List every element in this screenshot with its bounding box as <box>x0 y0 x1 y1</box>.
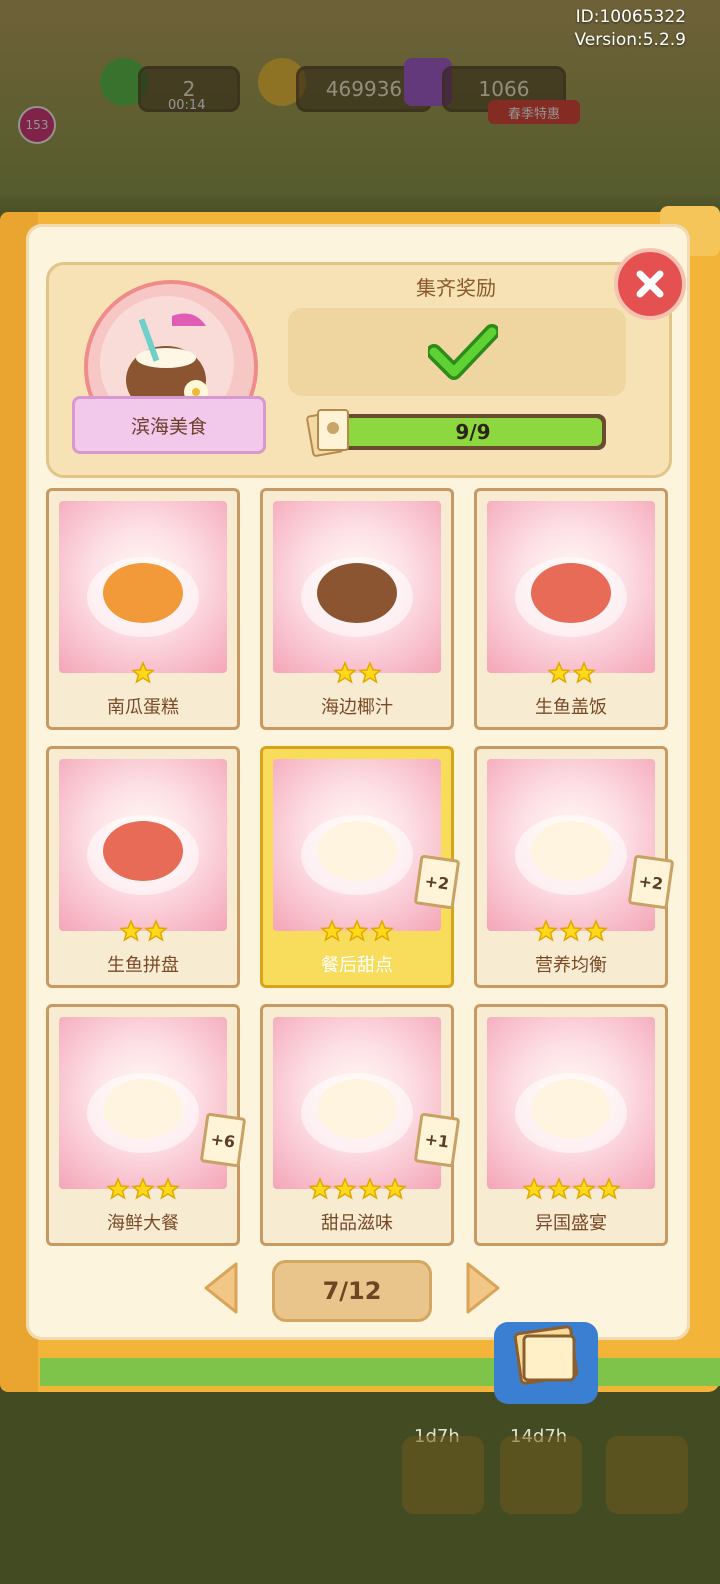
star-icon <box>521 1177 546 1203</box>
salmon-bento-icon <box>487 501 655 673</box>
food-card[interactable]: 异国盛宴 <box>474 1004 668 1246</box>
star-icon <box>382 1177 407 1203</box>
card-name: 异国盛宴 <box>535 1213 607 1234</box>
star-icon <box>156 1177 180 1203</box>
album-button[interactable] <box>494 1322 598 1404</box>
star-icon <box>546 1177 571 1203</box>
prev-page-button[interactable] <box>200 1258 244 1318</box>
star-icon <box>307 1177 332 1203</box>
star-rating <box>263 1177 451 1203</box>
star-icon <box>320 919 344 945</box>
star-icon <box>546 661 571 687</box>
progress-label: 9/9 <box>455 420 491 444</box>
star-rating <box>49 661 237 687</box>
sashimi-platter-icon <box>59 759 227 931</box>
card-name: 南瓜蛋糕 <box>107 697 179 718</box>
star-rating <box>49 1177 237 1203</box>
account-id: ID:10065322 <box>575 7 686 27</box>
food-card[interactable]: 海边椰汁 <box>260 488 454 730</box>
account-info: ID:10065322 Version:5.2.9 <box>575 6 687 52</box>
card-name: 甜品滋味 <box>321 1213 393 1234</box>
star-rating <box>477 919 665 945</box>
next-page-button[interactable] <box>460 1258 504 1318</box>
star-rating <box>477 661 665 687</box>
friends-button[interactable] <box>606 1436 688 1514</box>
star-icon <box>143 919 168 945</box>
food-card[interactable]: 生鱼盖饭 <box>474 488 668 730</box>
close-icon <box>636 270 664 298</box>
bonus-badge: +2 <box>413 854 461 910</box>
star-icon <box>357 661 382 687</box>
close-button[interactable] <box>614 248 686 320</box>
duck-seafood-feast-icon <box>59 1017 227 1189</box>
card-name: 餐后甜点 <box>321 955 393 976</box>
bonus-badge: +1 <box>413 1112 461 1168</box>
duck-dessert-icon <box>273 759 441 931</box>
arrow-left-icon <box>204 1262 238 1314</box>
page-number: 7/12 <box>322 1277 382 1305</box>
star-rating <box>263 661 451 687</box>
arrow-right-icon <box>466 1262 500 1314</box>
star-icon <box>332 1177 357 1203</box>
check-icon <box>426 322 500 382</box>
star-icon <box>118 919 143 945</box>
star-icon <box>534 919 558 945</box>
star-icon <box>596 1177 621 1203</box>
bonus-badge: +6 <box>199 1112 247 1168</box>
event-button-2[interactable] <box>500 1436 582 1514</box>
food-card[interactable]: 南瓜蛋糕 <box>46 488 240 730</box>
star-icon <box>571 1177 596 1203</box>
food-card[interactable]: 海鲜大餐 +6 <box>46 1004 247 1246</box>
collection-name: 滨海美食 <box>130 415 207 438</box>
duck-exotic-banquet-icon <box>487 1017 655 1189</box>
card-name: 营养均衡 <box>535 955 607 976</box>
star-icon <box>131 661 155 687</box>
star-icon <box>357 1177 382 1203</box>
star-icon <box>370 919 394 945</box>
star-rating <box>263 919 451 945</box>
duck-sweets-icon <box>273 1017 441 1189</box>
photo-album-icon <box>513 1325 579 1385</box>
star-icon <box>332 661 357 687</box>
star-icon <box>131 1177 155 1203</box>
book-bottom-strip <box>40 1358 720 1386</box>
pumpkin-cake-icon <box>59 501 227 673</box>
food-card[interactable]: 甜品滋味 +1 <box>260 1004 461 1246</box>
reward-title: 集齐奖励 <box>416 276 496 300</box>
star-icon <box>571 661 596 687</box>
food-card[interactable]: 生鱼拼盘 <box>46 746 240 988</box>
food-card[interactable]: 营养均衡 +2 <box>474 746 675 988</box>
event-button-1[interactable] <box>402 1436 484 1514</box>
card-name: 生鱼盖饭 <box>535 697 607 718</box>
duck-balanced-meal-icon <box>487 759 655 931</box>
card-stack-icon <box>306 406 354 460</box>
star-icon <box>106 1177 130 1203</box>
bonus-badge: +2 <box>627 854 675 910</box>
page-indicator: 7/12 <box>272 1260 432 1322</box>
coconut-drink-icon <box>273 501 441 673</box>
card-name: 海鲜大餐 <box>107 1213 179 1234</box>
star-rating <box>477 1177 665 1203</box>
star-icon <box>584 919 608 945</box>
food-card[interactable]: 餐后甜点 +2 <box>260 746 461 988</box>
app-version: Version:5.2.9 <box>574 30 687 50</box>
star-icon <box>345 919 369 945</box>
card-name: 海边椰汁 <box>321 697 393 718</box>
collection-name-ribbon: 滨海美食 <box>72 396 266 454</box>
card-name: 生鱼拼盘 <box>107 955 179 976</box>
star-rating <box>49 919 237 945</box>
star-icon <box>559 919 583 945</box>
